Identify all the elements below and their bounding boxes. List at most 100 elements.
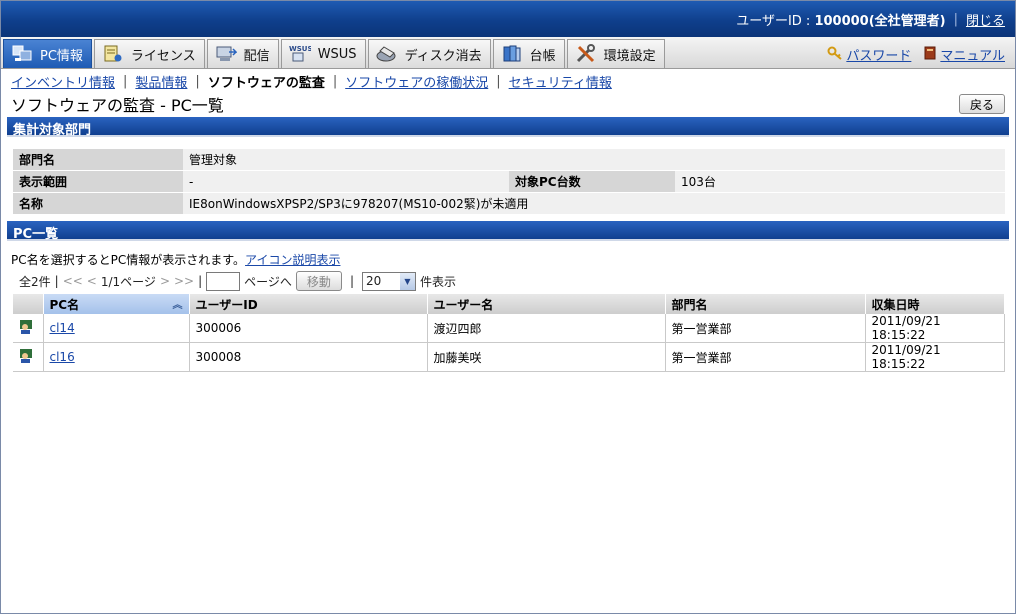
pc-name-cell: cl16 [43,342,190,372]
pc-name-cell: cl14 [43,314,190,343]
subnav-usage[interactable]: ソフトウェアの稼働状況 [345,72,488,91]
divider: | [349,274,354,288]
pc-count-label: 対象PC台数 [509,170,675,193]
sub-navigation: インベントリ情報 | 製品情報 | ソフトウェアの監査 | ソフトウェアの稼働状… [1,69,1015,91]
chevron-down-icon: ▼ [399,272,415,290]
tab-label: WSUS [317,46,357,62]
divider: | [332,74,338,89]
close-link[interactable]: 閉じる [966,10,1005,29]
pc-user-icon [13,314,44,343]
total-count: 全2件 [19,274,51,289]
tab-label: 台帳 [529,48,556,64]
name-value: IE8onWindowsXPSP2/SP3に978207(MS10-002緊)が… [183,192,1005,215]
user-id-cell: 300008 [189,342,428,372]
table-header-row: PC名 ︽ ユーザーID ユーザー名 部門名 収集日時 [13,294,1005,314]
collected-at-cell: 2011/09/21 18:15:22 [865,342,1005,372]
next-page-button[interactable]: > [160,274,170,288]
name-label: 名称 [13,192,183,215]
dept-cell: 第一営業部 [665,342,866,372]
pc-list-table: PC名 ︽ ユーザーID ユーザー名 部門名 収集日時 cl14 300006 … [13,294,1005,372]
divider: | [123,74,128,89]
subnav-audit-current: ソフトウェアの監査 [207,76,325,91]
collected-at-cell: 2011/09/21 18:15:22 [865,314,1005,343]
per-page-value: 20 [365,274,382,288]
page-indicator: 1/1ページ [100,274,156,289]
column-header-user-id[interactable]: ユーザーID [189,294,428,314]
user-info: ユーザーID : 100000(全社管理者) [736,10,945,29]
password-link[interactable]: パスワード [827,45,911,64]
tab-label: ライセンス [130,48,196,64]
tab-label: PC情報 [40,48,83,64]
top-header-bar: ユーザーID : 100000(全社管理者) | 閉じる [1,1,1015,37]
note-text: PC名を選択するとPC情報が表示されます。 [11,253,246,267]
user-name-cell: 渡辺四郎 [427,314,666,343]
sort-ascending-icon: ︽ [172,299,183,311]
dept-cell: 第一営業部 [665,314,866,343]
tab-label: 配信 [243,48,270,64]
subnav-product[interactable]: 製品情報 [135,72,187,91]
tab-pc-info[interactable]: PC情報 [3,39,92,68]
goto-page-label: ページへ [244,274,292,289]
column-header-user-name[interactable]: ユーザー名 [427,294,666,314]
tab-label: ディスク消去 [404,48,482,64]
tab-settings[interactable]: 環境設定 [566,39,665,68]
dept-value: 管理対象 [183,149,1005,171]
pc-list-note: PC名を選択するとPC情報が表示されます。アイコン説明表示 [1,241,1015,270]
license-icon [101,43,125,65]
manual-link[interactable]: マニュアル [923,45,1005,64]
section-header-target-dept: 集計対象部門 [7,117,1009,138]
disk-erase-icon [375,43,399,65]
tab-disk-erase[interactable]: ディスク消去 [367,39,491,68]
info-row: 表示範囲 - 対象PC台数 103台 [13,170,1005,193]
column-header-pc-name[interactable]: PC名 ︽ [43,294,190,314]
user-name-cell: 加藤美咲 [427,342,666,372]
manual-label: マニュアル [940,49,1005,64]
main-tab-bar: PC情報 ライセンス 配信 WSUS WSUS ディスク消去 台帳 環境設定 パ… [1,37,1015,69]
wsus-icon: WSUS [288,43,312,65]
per-page-suffix: 件表示 [419,274,456,289]
divider: | [54,274,59,288]
divider: | [953,11,958,27]
page-title: ソフトウェアの監査 - PC一覧 [11,96,224,115]
subnav-inventory[interactable]: インベントリ情報 [11,72,115,91]
column-header-collected-at[interactable]: 収集日時 [865,294,1005,314]
target-dept-table: 部門名 管理対象 表示範囲 - 対象PC台数 103台 名称 IE8onWind… [13,149,1005,215]
divider: | [496,74,501,89]
key-icon [827,46,843,64]
tab-delivery[interactable]: 配信 [206,39,279,68]
user-id-value: 100000(全社管理者) [814,13,946,29]
pc-info-icon [10,43,34,65]
tab-wsus[interactable]: WSUS WSUS [280,39,366,68]
tab-license[interactable]: ライセンス [93,39,205,68]
page-number-input[interactable] [206,271,241,291]
user-id-cell: 300006 [189,314,428,343]
password-label: パスワード [846,49,912,64]
book-icon [923,46,937,64]
dept-label: 部門名 [13,149,183,171]
pc-name-link[interactable]: cl16 [50,350,75,364]
pager: 全2件 | << < 1/1ページ > >> | ページへ 移動 | 20 ▼ … [1,270,1015,292]
title-line: ソフトウェアの監査 - PC一覧 戻る [1,91,1015,117]
divider: | [198,274,203,288]
table-row: cl14 300006 渡辺四郎 第一営業部 2011/09/21 18:15:… [13,314,1005,343]
user-id-prefix: ユーザーID : [736,13,815,29]
info-row: 部門名 管理対象 [13,149,1005,171]
delivery-icon [214,43,238,65]
prev-page-button[interactable]: < [87,274,97,288]
section-header-pc-list: PC一覧 [7,221,1009,242]
move-button[interactable]: 移動 [295,271,342,291]
pc-user-icon [13,342,44,372]
column-header-dept[interactable]: 部門名 [665,294,866,314]
subnav-security[interactable]: セキュリティ情報 [509,72,612,91]
ledger-icon [500,43,524,65]
back-button[interactable]: 戻る [958,94,1005,114]
tab-ledger[interactable]: 台帳 [492,39,565,68]
per-page-select[interactable]: 20 ▼ [361,271,416,291]
table-row: cl16 300008 加藤美咲 第一営業部 2011/09/21 18:15:… [13,342,1005,372]
last-page-button[interactable]: >> [174,274,194,288]
first-page-button[interactable]: << [63,274,83,288]
svg-text:WSUS: WSUS [289,45,311,53]
pc-name-link[interactable]: cl14 [50,321,75,335]
settings-tools-icon [574,43,598,65]
icon-legend-link[interactable]: アイコン説明表示 [245,253,340,267]
